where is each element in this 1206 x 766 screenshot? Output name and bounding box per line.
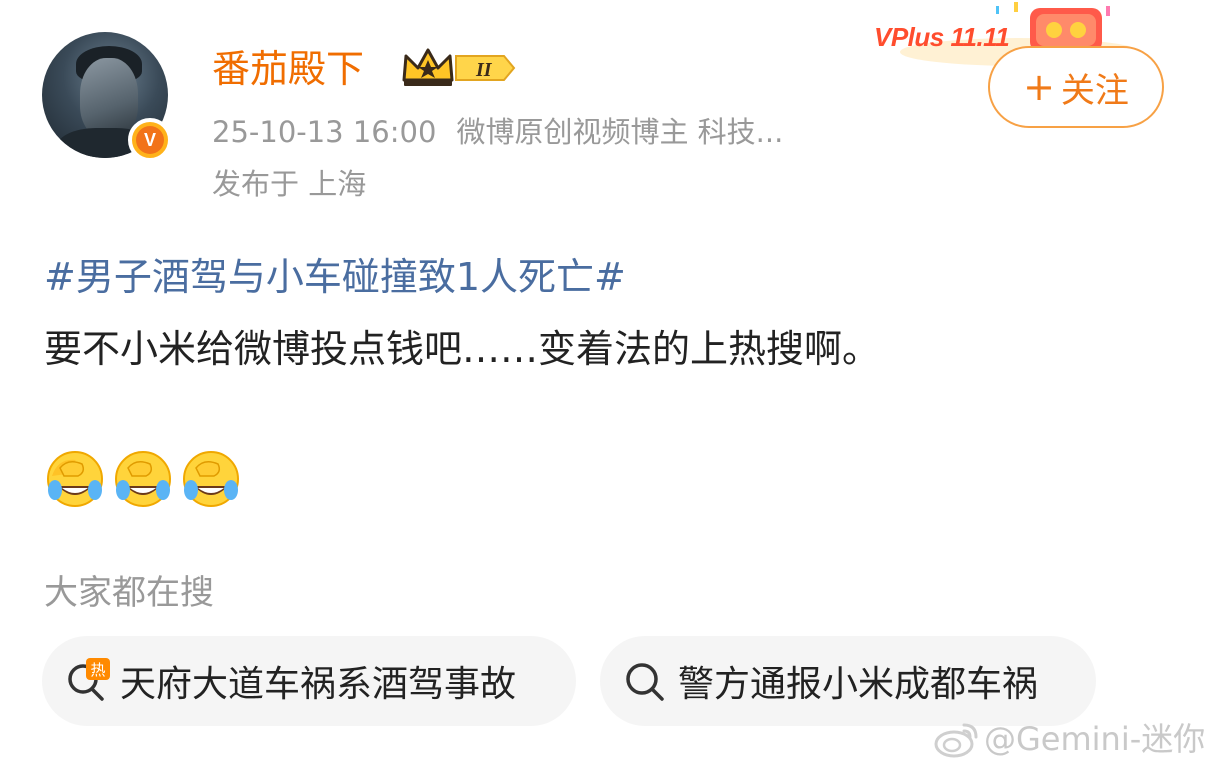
post-meta: 25-10-13 16:00 微博原创视频博主 科技...: [212, 112, 783, 152]
avatar-face: [80, 58, 138, 138]
laugh-cry-emoji-icon: [183, 451, 239, 507]
trending-search-chip[interactable]: 警方通报小米成都车祸: [600, 636, 1096, 726]
laugh-cry-emoji-icon: [115, 451, 171, 507]
trending-search-chip-label: 警方通报小米成都车祸: [678, 664, 1039, 705]
watermark-text: @Gemini-迷你: [984, 720, 1206, 758]
follow-button[interactable]: + 关注: [988, 46, 1164, 128]
weibo-logo-icon: [934, 723, 978, 758]
verified-badge-letter: V: [136, 126, 164, 154]
trending-search-label: 大家都在搜: [44, 573, 214, 613]
laugh-cry-emoji-icon: [47, 451, 103, 507]
verified-badge-icon: V: [128, 118, 172, 162]
hot-search-icon: 热: [68, 658, 110, 701]
post-time: 25-10-13 16:00: [212, 115, 437, 149]
crown-level-badge-icon: II: [402, 48, 516, 86]
crown-badge-level: II: [475, 59, 493, 81]
hot-search-badge-text: 热: [90, 661, 105, 679]
post-location: 发布于 上海: [212, 167, 367, 201]
post-source: 微博原创视频博主 科技...: [456, 115, 784, 149]
watermark: @Gemini-迷你: [934, 716, 1205, 762]
follow-label: 关注: [1060, 70, 1129, 111]
topic-hashtag-link[interactable]: #男子酒驾与小车碰撞致1人死亡#: [44, 250, 626, 304]
emoji-row: [46, 450, 240, 508]
post-text: 要不小米给微博投点钱吧……变着法的上热搜啊。: [44, 327, 881, 371]
author-name[interactable]: 番茄殿下: [212, 42, 364, 96]
trending-search-chip-label: 天府大道车祸系酒驾事故: [120, 664, 517, 705]
search-icon: [626, 663, 664, 701]
plus-icon: +: [1023, 65, 1055, 109]
vplus-promo-text: VPlus 11.11: [874, 22, 1010, 52]
trending-search-chip[interactable]: 热 天府大道车祸系酒驾事故: [42, 636, 576, 726]
